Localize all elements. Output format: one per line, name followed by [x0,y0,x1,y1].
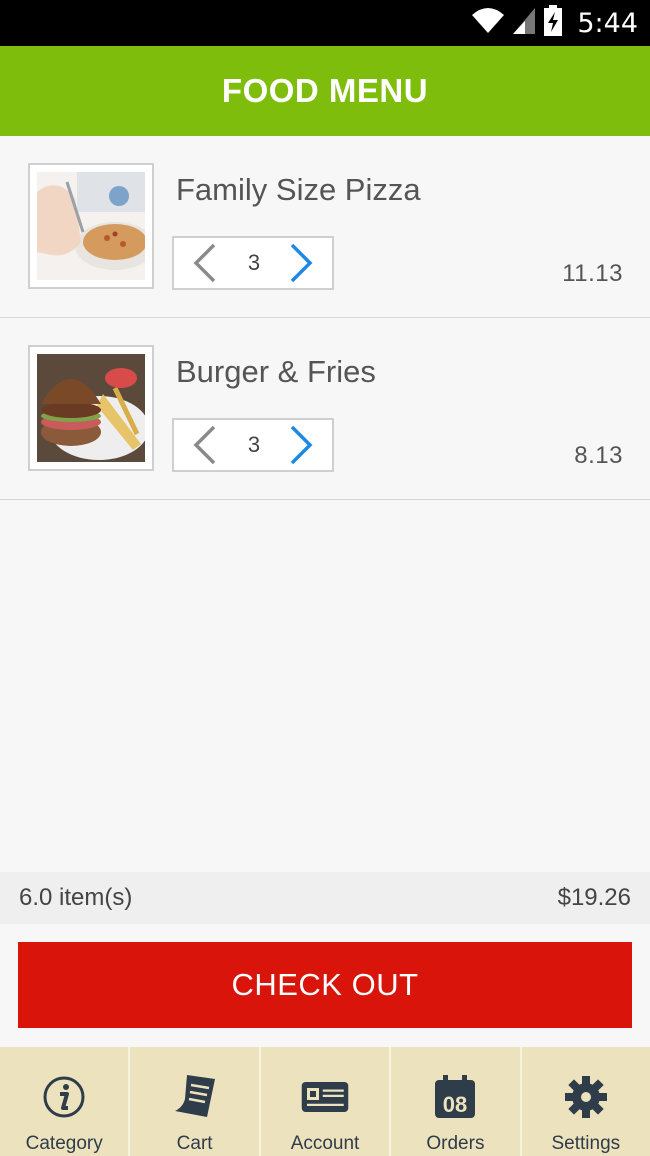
calendar-icon: 08 [431,1073,479,1121]
increase-button[interactable] [274,420,328,470]
tab-category[interactable]: Category [0,1047,131,1156]
chevron-left-icon [193,425,216,465]
quantity-stepper: 3 [172,236,334,290]
tab-cart[interactable]: Cart [130,1047,261,1156]
decrease-button[interactable] [178,420,232,470]
tab-orders[interactable]: 08 Orders [391,1047,522,1156]
svg-text:08: 08 [443,1092,467,1117]
decrease-button[interactable] [178,238,232,288]
id-card-icon [301,1073,349,1121]
signal-icon [511,6,537,41]
tab-label: Cart [176,1133,213,1154]
item-thumbnail[interactable] [28,163,154,289]
bottom-tab-bar: Category Cart Account 08 Orders Settings [0,1047,650,1156]
quantity-stepper: 3 [172,418,334,472]
pizza-photo [37,172,145,280]
quantity-value: 3 [247,250,261,275]
cart-summary: 6.0 item(s) $19.26 [0,872,650,924]
app-bar: FOOD MENU [0,46,650,136]
status-time: 5:44 [577,7,638,39]
total-price: $19.26 [557,884,631,911]
tab-label: Settings [551,1133,621,1154]
status-icons: 5:44 [471,4,638,42]
tab-label: Account [290,1133,360,1154]
chevron-right-icon [290,425,313,465]
burger-photo [37,354,145,462]
status-bar: 5:44 [0,0,650,46]
checkout-label: CHECK OUT [231,967,419,1002]
chevron-left-icon [193,243,216,283]
page-title: FOOD MENU [221,72,429,109]
battery-charging-icon [543,4,563,42]
tab-label: Orders [426,1133,485,1154]
item-price: 11.13 [562,260,623,287]
item-name: Family Size Pizza [176,172,421,207]
list-item: Family Size Pizza 3 11.13 [0,136,650,318]
increase-button[interactable] [274,238,328,288]
list-item: Burger & Fries 3 8.13 [0,318,650,500]
item-thumbnail[interactable] [28,345,154,471]
chevron-right-icon [290,243,313,283]
tab-account[interactable]: Account [261,1047,392,1156]
item-count: 6.0 item(s) [19,884,133,911]
item-name: Burger & Fries [176,354,376,389]
cart-item-list: Family Size Pizza 3 11.13 Burger & Fries… [0,136,650,500]
tab-label: Category [25,1133,103,1154]
receipt-icon [171,1073,219,1121]
item-price: 8.13 [574,442,623,469]
gear-icon [562,1073,610,1121]
wifi-icon [471,7,505,40]
checkout-button[interactable]: CHECK OUT [18,942,632,1028]
quantity-value: 3 [247,432,261,457]
tab-settings[interactable]: Settings [522,1047,650,1156]
info-icon [40,1073,88,1121]
